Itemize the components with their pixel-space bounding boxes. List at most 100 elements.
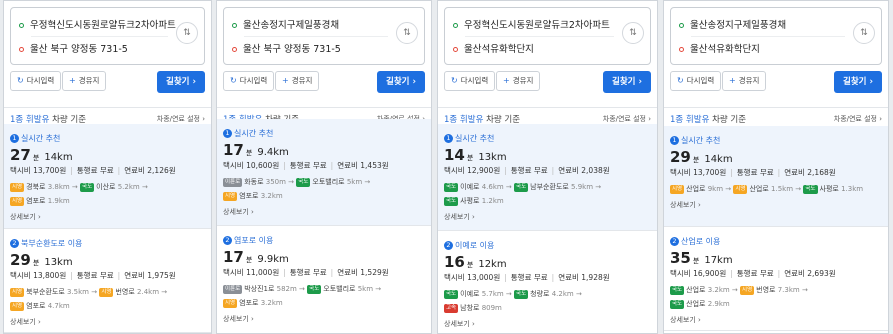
refresh-icon: ↻ [677, 76, 684, 85]
refresh-icon: ↻ [451, 76, 458, 85]
vehicle-settings-link[interactable]: 차종/연료 설정 › [834, 114, 882, 124]
route-card-2[interactable]: 2 산업로 이용 35 분 17km 택시비 16,900원 | 통행료 무료 | 연료비 2,6… [664, 227, 888, 331]
cost-divider: | [330, 268, 334, 277]
add-waypoint-button[interactable]: + 경유지 [62, 71, 107, 91]
detail-link[interactable]: 상세보기 › [10, 317, 41, 327]
road-name: 화동로 [244, 178, 264, 186]
road-length: 3.2km → [707, 286, 738, 294]
road-name: 산업로 [749, 185, 769, 193]
route-card-1[interactable]: 1 실시간 추천 17 분 9.4km 택시비 10,600원 | 통행료 무료 | 연료비 1,… [217, 119, 431, 226]
origin-field[interactable]: 울산송정지구제일풍경채 [679, 17, 786, 31]
action-row: ↻ 다시입력 + 경유지 길찾기 › [670, 71, 882, 99]
add-waypoint-button[interactable]: + 경유지 [275, 71, 320, 91]
destination-field[interactable]: 울산석유화학단지 [679, 41, 760, 55]
taxi-fare: 택시비 13,700원 [10, 166, 67, 175]
cost-divider: | [283, 161, 286, 170]
route-card-1[interactable]: 1 실시간 추천 27 분 14km 택시비 13,700원 | 통행료 무료 | 연료비 2,1… [4, 124, 211, 229]
find-route-button[interactable]: 길찾기 › [157, 71, 205, 93]
route-card-2[interactable]: 2 북부순환도로 이용 29 분 13km 택시비 13,800원 | 통행료 무료 | 연료비 … [4, 229, 211, 333]
minutes-unit: 분 [245, 256, 253, 264]
detail-link[interactable]: 상세보기 › [10, 212, 41, 222]
route-panel-2: 울산송정지구제일풍경채울산 북구 양정동 731-5 ⇅ ↻ 다시입력 + 경유지 길찾기 … [216, 0, 432, 334]
toll-fee: 통행료 무료 [289, 161, 327, 170]
road-length: 582m → [276, 285, 305, 293]
swap-icon[interactable]: ⇅ [853, 22, 875, 44]
road-length: 4.7km [47, 302, 70, 310]
detail-link[interactable]: 상세보기 › [223, 207, 254, 217]
retry-button[interactable]: ↻ 다시입력 [10, 71, 62, 91]
road-segments: 시영 염포로 4.7km [10, 301, 70, 311]
route-search-box: 우정혁신도시동원로얄듀크2차아파트울산석유화학단지 ⇅ [444, 7, 651, 65]
road-type-badge: 국도 [296, 177, 311, 187]
action-row: ↻ 다시입력 + 경유지 길찾기 › [444, 71, 651, 99]
destination-field[interactable]: 울산 북구 양정동 731-5 [19, 41, 128, 55]
toll-fee: 통행료 무료 [736, 168, 774, 177]
road-name: 염포로 [26, 197, 46, 205]
fuel-cost: 연료비 2,168원 [784, 168, 836, 177]
road-name: 사평로 [819, 185, 839, 193]
route-card-1[interactable]: 1 실시간 추천 14 분 13km 택시비 12,900원 | 통행료 무료 | 연료비 2,0… [438, 124, 657, 231]
route-search-box: 울산송정지구제일풍경채울산석유화학단지 ⇅ [670, 7, 882, 65]
road-length: 1.5km → [771, 185, 802, 193]
route-card-2[interactable]: 2 이예로 이용 16 분 12km 택시비 13,000원 | 통행료 무료 | 연료비 1,9… [438, 231, 657, 333]
route-distance: 13km [44, 257, 73, 268]
origin-field[interactable]: 우정혁신도시동원로얄듀크2차아파트 [19, 17, 176, 31]
road-length: 5.2km → [117, 183, 148, 191]
taxi-fare: 택시비 16,900원 [670, 269, 727, 278]
road-type-badge: 국도 [514, 182, 529, 192]
detail-link[interactable]: 상세보기 › [223, 314, 254, 324]
detail-link[interactable]: 상세보기 › [670, 200, 701, 210]
action-row: ↻ 다시입력 + 경유지 길찾기 › [10, 71, 205, 99]
find-route-button[interactable]: 길찾기 › [377, 71, 425, 93]
cost-divider: | [551, 166, 555, 175]
cost-divider: | [730, 269, 733, 278]
destination-field[interactable]: 울산 북구 양정동 731-5 [232, 41, 341, 55]
retry-button[interactable]: ↻ 다시입력 [223, 71, 275, 91]
road-length: 3.8km → [47, 183, 78, 191]
route-tag-text: 산업로 이용 [681, 237, 721, 246]
route-card-2[interactable]: 2 염포로 이용 17 분 9.9km 택시비 11,000원 | 통행료 무료 | 연료비 1,… [217, 226, 431, 333]
detail-link[interactable]: 상세보기 › [444, 319, 475, 329]
road-name: 이산로 [96, 183, 116, 191]
road-length: 5km → [357, 285, 382, 293]
fuel-cost: 연료비 1,928원 [558, 273, 610, 282]
retry-button[interactable]: ↻ 다시입력 [444, 71, 496, 91]
destination-text: 울산 북구 양정동 731-5 [30, 44, 128, 55]
road-name: 염포로 [239, 299, 259, 307]
action-row: ↻ 다시입력 + 경유지 길찾기 › [223, 71, 425, 99]
vehicle-settings-link[interactable]: 차종/연료 설정 › [157, 114, 205, 124]
road-type-badge: 국도 [514, 289, 529, 299]
swap-icon[interactable]: ⇅ [176, 22, 198, 44]
duration-minutes: 16 [444, 253, 465, 271]
retry-button[interactable]: ↻ 다시입력 [670, 71, 722, 91]
add-waypoint-button[interactable]: + 경유지 [722, 71, 767, 91]
find-route-button[interactable]: 길찾기 › [603, 71, 651, 93]
fuel-type-text: 1종 휘발유 차량 기준 [670, 113, 746, 125]
find-route-button[interactable]: 길찾기 › [834, 71, 882, 93]
route-card-1[interactable]: 1 실시간 추천 29 분 14km 택시비 13,700원 | 통행료 무료 | 연료비 2,1… [664, 126, 888, 227]
road-type-badge: 국도 [307, 284, 322, 294]
road-name: 청량로 [530, 290, 550, 298]
route-distance: 14km [704, 154, 733, 165]
route-number-badge: 1 [444, 134, 453, 143]
route-panel-4: 울산송정지구제일풍경채울산석유화학단지 ⇅ ↻ 다시입력 + 경유지 길찾기 › 1종 휘발유… [663, 0, 889, 334]
vehicle-settings-link[interactable]: 차종/연료 설정 › [603, 114, 651, 124]
origin-field[interactable]: 울산송정지구제일풍경채 [232, 17, 339, 31]
cost-divider: | [504, 273, 507, 282]
toll-fee: 통행료 무료 [510, 166, 548, 175]
route-distance: 9.4km [257, 147, 289, 158]
add-waypoint-button[interactable]: + 경유지 [496, 71, 541, 91]
swap-icon[interactable]: ⇅ [622, 22, 644, 44]
detail-link[interactable]: 상세보기 › [670, 315, 701, 325]
road-length: 3.5km → [67, 288, 98, 296]
detail-link[interactable]: 상세보기 › [444, 212, 475, 222]
route-time: 17 분 9.9km [223, 247, 289, 266]
plus-icon: + [503, 76, 510, 85]
road-type-badge: 국도 [444, 196, 459, 206]
swap-icon[interactable]: ⇅ [396, 22, 418, 44]
road-name: 오토밸리로 [312, 178, 345, 186]
road-type-badge: 국도 [444, 182, 459, 192]
origin-field[interactable]: 우정혁신도시동원로얄듀크2차아파트 [453, 17, 610, 31]
destination-field[interactable]: 울산석유화학단지 [453, 41, 534, 55]
toll-fee: 통행료 무료 [510, 273, 548, 282]
